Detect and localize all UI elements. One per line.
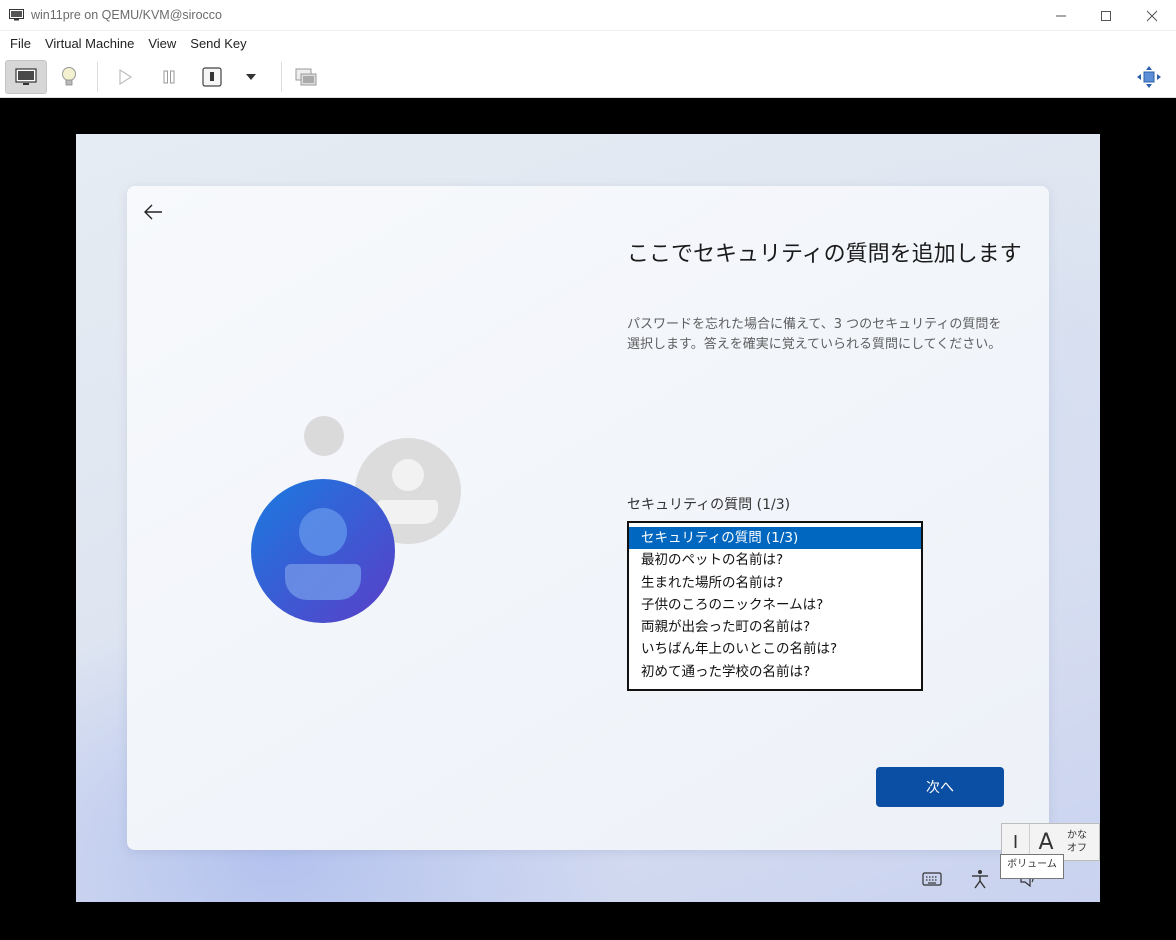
oobe-card: ここでセキュリティの質問を追加します パスワードを忘れた場合に備えて、3 つのセ… bbox=[127, 186, 1049, 850]
pause-button[interactable] bbox=[148, 60, 190, 94]
maximize-button[interactable] bbox=[1083, 0, 1129, 31]
power-menu-chevron-icon bbox=[246, 74, 256, 80]
details-lightbulb-icon bbox=[62, 67, 76, 86]
toolbar bbox=[0, 56, 1176, 98]
accessibility-icon bbox=[972, 870, 988, 889]
page-title: ここでセキュリティの質問を追加します bbox=[627, 242, 1022, 267]
fullscreen-icon bbox=[1137, 66, 1161, 88]
close-icon bbox=[1146, 10, 1158, 21]
back-arrow-icon bbox=[144, 204, 162, 220]
question-option[interactable]: いちばん年上のいとこの名前は? bbox=[629, 638, 921, 660]
window-title: win11pre on QEMU/KVM@sirocco bbox=[31, 8, 222, 22]
guest-screen[interactable]: ここでセキュリティの質問を追加します パスワードを忘れた場合に備えて、3 つのセ… bbox=[76, 134, 1100, 902]
ime-kana-toggle[interactable]: かな オフ bbox=[1062, 829, 1092, 855]
menu-send-key[interactable]: Send Key bbox=[183, 31, 253, 56]
toolbar-separator bbox=[281, 62, 282, 92]
console-button[interactable] bbox=[5, 60, 47, 94]
console-icon bbox=[15, 68, 37, 85]
question-option[interactable]: 両親が出会った町の名前は? bbox=[629, 616, 921, 638]
virt-manager-app-icon bbox=[9, 9, 24, 21]
question-option[interactable]: 最初のペットの名前は? bbox=[629, 549, 921, 571]
users-illustration bbox=[251, 416, 461, 623]
menu-virtual-machine[interactable]: Virtual Machine bbox=[38, 31, 141, 56]
menu-bar: File Virtual Machine View Send Key bbox=[0, 31, 1176, 56]
question-option[interactable]: 生まれた場所の名前は? bbox=[629, 572, 921, 594]
power-icon bbox=[202, 67, 222, 87]
run-button[interactable] bbox=[104, 60, 146, 94]
question-option[interactable]: 初めて通った学校の名前は? bbox=[629, 661, 921, 683]
toolbar-separator bbox=[97, 62, 98, 92]
next-button[interactable]: 次へ bbox=[876, 767, 1004, 807]
question-option[interactable]: 子供のころのニックネームは? bbox=[629, 594, 921, 616]
power-menu-button[interactable] bbox=[230, 60, 272, 94]
keyboard-button[interactable] bbox=[920, 868, 944, 890]
close-button[interactable] bbox=[1129, 0, 1175, 31]
menu-file[interactable]: File bbox=[3, 31, 38, 56]
security-question-label: セキュリティの質問 (1/3) bbox=[627, 497, 791, 513]
snapshots-icon bbox=[295, 68, 317, 86]
power-button[interactable] bbox=[191, 60, 233, 94]
question-option[interactable]: セキュリティの質問 (1/3) bbox=[629, 527, 921, 550]
minimize-button[interactable] bbox=[1038, 0, 1084, 31]
minimize-icon bbox=[1056, 15, 1066, 16]
security-question-dropdown[interactable]: セキュリティの質問 (1/3) 最初のペットの名前は? 生まれた場所の名前は? … bbox=[627, 521, 923, 691]
page-description: パスワードを忘れた場合に備えて、3 つのセキュリティの質問を選択します。答えを確… bbox=[627, 317, 1002, 352]
accessibility-button[interactable] bbox=[968, 868, 992, 890]
vm-display[interactable]: ここでセキュリティの質問を追加します パスワードを忘れた場合に備えて、3 つのセ… bbox=[0, 98, 1176, 940]
snapshots-button[interactable] bbox=[285, 60, 327, 94]
details-button[interactable] bbox=[48, 60, 90, 94]
keyboard-icon bbox=[922, 872, 942, 886]
menu-view[interactable]: View bbox=[141, 31, 183, 56]
maximize-icon bbox=[1101, 10, 1111, 21]
fullscreen-button[interactable] bbox=[1128, 60, 1170, 94]
volume-tooltip: ボリューム bbox=[1000, 854, 1064, 879]
title-bar: win11pre on QEMU/KVM@sirocco bbox=[0, 0, 1176, 31]
back-button[interactable] bbox=[139, 198, 167, 226]
run-icon bbox=[119, 69, 132, 85]
pause-icon bbox=[163, 70, 175, 84]
